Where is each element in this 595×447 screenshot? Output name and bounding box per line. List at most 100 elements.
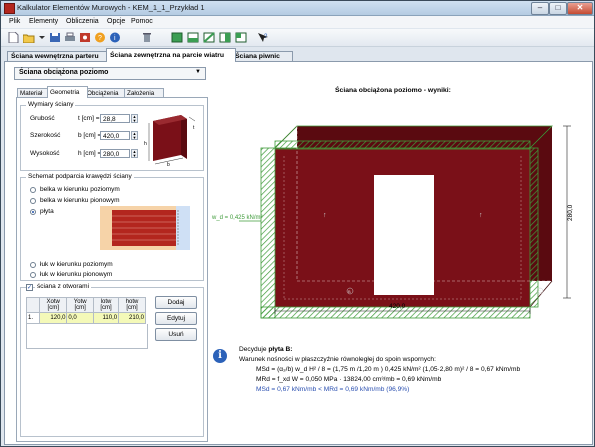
height-input[interactable]: 280,0 xyxy=(100,149,130,158)
cell-x[interactable]: 120,0 xyxy=(38,312,68,324)
cell-h[interactable]: 210,0 xyxy=(118,312,146,324)
vertical-arch-label: łuk w kierunku pionowym xyxy=(40,271,113,278)
wall-3d-figure: h b t xyxy=(144,115,196,167)
height-label: Wysokość xyxy=(30,150,60,157)
dim-height-label: 280,0 xyxy=(567,204,574,221)
radio-plate[interactable] xyxy=(30,209,36,215)
table-row[interactable]: 1. 120,0 0,0 110,0 210,0 xyxy=(26,312,146,324)
vertical-beam-label: belka w kierunku pionowym xyxy=(40,197,120,204)
svg-text:↑: ↑ xyxy=(323,212,327,219)
width-input[interactable]: 420,0 xyxy=(100,131,130,140)
close-button[interactable]: ✕ xyxy=(567,2,593,15)
left-support-hatch xyxy=(260,147,276,319)
thickness-param: t [cm] = xyxy=(78,115,100,122)
support-scheme-title: Schemat podparcia krawędzi ściany xyxy=(26,173,134,180)
radio-vertical-arch[interactable] xyxy=(30,272,36,278)
fig-b-label: b xyxy=(167,162,170,167)
title-bar: Kalkulator Elementów Murowych - KEM_1_1_… xyxy=(1,1,594,16)
view-icon[interactable] xyxy=(171,32,183,43)
wall-dimensions-title: Wymiary ściany xyxy=(26,101,76,108)
radio-horizontal-beam[interactable] xyxy=(30,187,36,193)
openings-header-row: Xotw [cm] Yotw [cm] lotw [cm] hotw [cm] xyxy=(26,297,146,313)
menu-calculations[interactable]: Obliczenia xyxy=(66,18,99,25)
thickness-input[interactable]: 28,8 xyxy=(100,114,130,123)
geometry-panel: Wymiary ściany Grubość t [cm] = 28,8 ▲ ▼ … xyxy=(16,97,208,442)
view-icon-3[interactable] xyxy=(203,32,215,43)
dropdown-arrow-icon[interactable] xyxy=(37,32,49,43)
menu-file[interactable]: Plik xyxy=(9,18,20,25)
top-support-hatch xyxy=(274,140,531,150)
decision-prefix: Decyduje xyxy=(239,346,269,353)
height-spinner[interactable]: ▲ ▼ xyxy=(131,149,138,158)
context-help-icon[interactable]: ? xyxy=(257,32,269,43)
openings-header-x: Xotw [cm] xyxy=(38,297,68,313)
svg-text:↑: ↑ xyxy=(479,212,483,219)
compare-line: MSd = 0,67 kNm/mb < MRd = 0,69 kNm/mb (9… xyxy=(256,386,410,393)
right-support-hatch xyxy=(529,147,539,308)
width-spinner[interactable]: ▲ ▼ xyxy=(131,131,138,140)
add-opening-button[interactable]: Dodaj xyxy=(155,296,197,309)
thickness-label: Grubość xyxy=(30,115,55,122)
trash-icon[interactable] xyxy=(141,32,153,43)
width-param: b [cm] = xyxy=(78,132,102,139)
settings-icon[interactable] xyxy=(79,32,91,43)
load-label: w_d = 0,425 kN/m² xyxy=(211,215,263,221)
wall-results-drawing: B C ↑ ↑ w_d = 0,425 kN/m² 420,0 280,0 xyxy=(211,125,574,319)
view-icon-4[interactable] xyxy=(219,32,231,43)
openings-header-l: lotw [cm] xyxy=(92,297,120,313)
element-type-select[interactable]: Ściana obciążona poziomo ▼ xyxy=(14,67,206,80)
plate-scheme-figure xyxy=(100,206,190,250)
window-title: Kalkulator Elementów Murowych - KEM_1_1_… xyxy=(17,3,205,12)
openings-table: Xotw [cm] Yotw [cm] lotw [cm] hotw [cm] … xyxy=(26,297,146,324)
app-window: Kalkulator Elementów Murowych - KEM_1_1_… xyxy=(0,0,595,447)
openings-header-y: Yotw [cm] xyxy=(66,297,94,313)
horizontal-arch-label: łuk w kierunku poziomym xyxy=(40,261,113,268)
menu-options[interactable]: Opcje xyxy=(107,18,125,25)
cell-l[interactable]: 110,0 xyxy=(92,312,120,324)
condition-text: Warunek nośności w płaszczyźnie równoleg… xyxy=(239,356,436,363)
svg-text:B: B xyxy=(348,289,351,294)
msd-line: MSd = (α₂/b) w_d H² / 8 = (1,75 m /1,20 … xyxy=(256,366,521,373)
thickness-spinner[interactable]: ▲ ▼ xyxy=(131,114,138,123)
view-icon-5[interactable] xyxy=(235,32,247,43)
dim-width-label: 420,0 xyxy=(389,303,406,310)
help-icon[interactable]: ? xyxy=(94,32,106,43)
view-icon-2[interactable] xyxy=(187,32,199,43)
wall-opening xyxy=(374,175,434,295)
app-icon xyxy=(4,3,15,14)
chevron-down-icon: ▼ xyxy=(195,69,201,75)
save-disk-icon[interactable] xyxy=(49,32,61,43)
edit-opening-button[interactable]: Edytuj xyxy=(155,312,197,325)
tab-external-wall-wind[interactable]: Ściana zewnętrzna na parcie wiatru xyxy=(106,48,236,62)
width-label: Szerokość xyxy=(30,132,61,139)
decision-text: Decyduje płyta B: xyxy=(239,346,293,353)
menu-help[interactable]: Pomoc xyxy=(131,18,153,25)
element-type-value: Ściana obciążona poziomo xyxy=(19,69,109,76)
radio-horizontal-arch[interactable] xyxy=(30,262,36,268)
menu-bar: Plik Elementy Obliczenia Opcje Pomoc xyxy=(1,16,594,28)
radio-vertical-beam[interactable] xyxy=(30,198,36,204)
minimize-button[interactable]: – xyxy=(531,2,549,15)
open-folder-icon[interactable] xyxy=(23,32,35,43)
maximize-button[interactable]: □ xyxy=(549,2,567,15)
height-param: h [cm] = xyxy=(78,150,102,157)
info-icon: i xyxy=(213,349,227,363)
openings-checkbox[interactable]: ✓ xyxy=(26,284,33,291)
print-icon[interactable] xyxy=(64,32,76,43)
plate-label: płyta xyxy=(40,208,54,215)
row-index: 1. xyxy=(26,312,40,324)
tab-geometry[interactable]: Geometria xyxy=(47,86,88,98)
openings-header-index xyxy=(26,297,40,313)
cell-y[interactable]: 0,0 xyxy=(66,312,94,324)
openings-table-empty-area xyxy=(26,324,148,349)
svg-text:C: C xyxy=(538,289,541,294)
info-icon[interactable]: i xyxy=(109,32,121,43)
menu-elements[interactable]: Elementy xyxy=(29,18,58,25)
results-title: Ściana obciążona poziomo - wyniki: xyxy=(335,87,451,94)
new-document-icon[interactable] xyxy=(7,32,19,43)
wall-dimensions-group: Wymiary ściany Grubość t [cm] = 28,8 ▲ ▼ … xyxy=(20,101,204,171)
support-scheme-group: Schemat podparcia krawędzi ściany belka … xyxy=(20,173,204,281)
main-tab-strip: Ściana wewnętrzna parteru Ściana zewnętr… xyxy=(1,48,594,62)
horizontal-beam-label: belka w kierunku poziomym xyxy=(40,186,120,193)
delete-opening-button[interactable]: Usuń xyxy=(155,328,197,341)
